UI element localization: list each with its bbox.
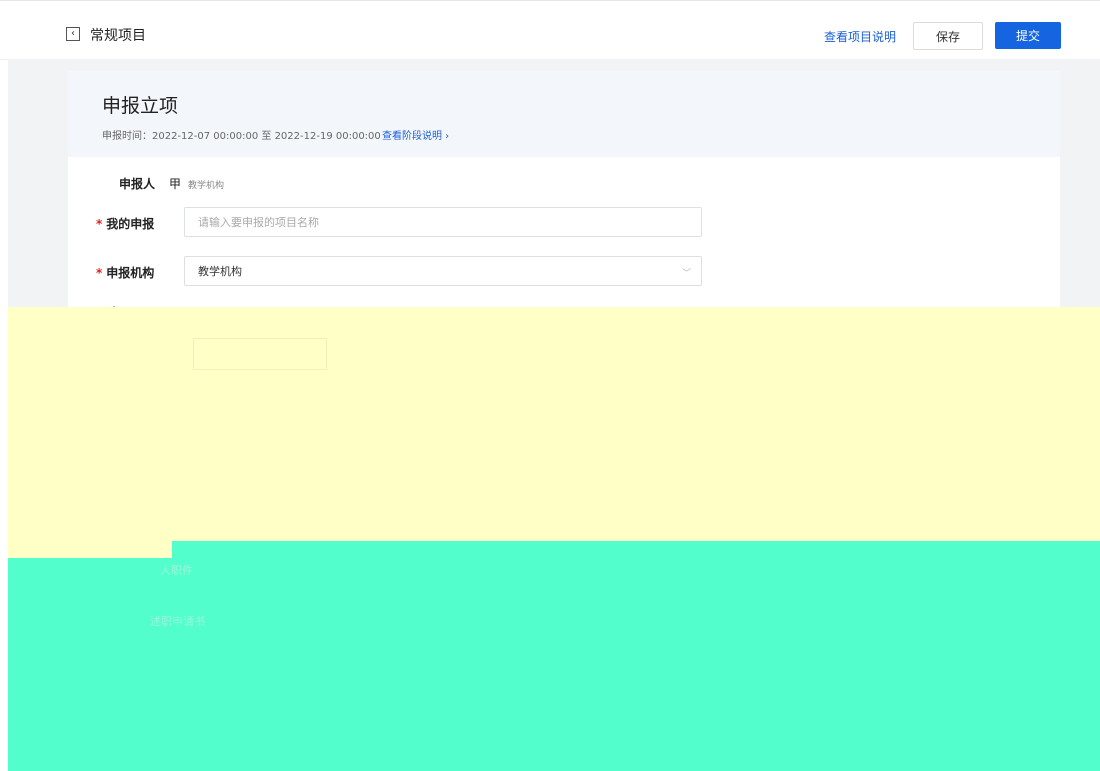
- teal-overlay: 人职件 述职申请书: [8, 541, 1100, 771]
- org-select[interactable]: 教学机构 ﹀: [184, 256, 702, 286]
- submit-button[interactable]: 提交: [995, 22, 1061, 49]
- view-stage-desc-link[interactable]: 查看阶段说明 ›: [382, 127, 449, 142]
- save-button[interactable]: 保存: [913, 22, 983, 50]
- required-mark: *: [96, 217, 103, 231]
- project-name-input[interactable]: 请输入要申报的项目名称: [184, 207, 702, 237]
- applicant-label: 申报人: [119, 177, 156, 191]
- stage-title: 申报立项: [102, 95, 179, 117]
- org-select-value: 教学机构: [198, 265, 242, 278]
- view-project-desc-link[interactable]: 查看项目说明: [824, 28, 896, 45]
- stage-time: 申报时间：2022-12-07 00:00:00 至 2022-12-19 00…: [102, 131, 381, 142]
- teal-ghost-text: 述职申请书: [150, 615, 205, 628]
- required-mark: *: [96, 266, 103, 280]
- my-application-label: * 我的申报: [96, 217, 155, 231]
- teal-ghost-text: 人职件: [160, 564, 193, 577]
- applicant-name: 甲: [169, 177, 182, 191]
- yellow-overlay-notch: [8, 541, 172, 558]
- applicant-row: 申报人 甲 教学机构: [68, 171, 1060, 195]
- org-row: * 申报机构 教学机构 ﹀: [68, 255, 1060, 289]
- stage-header: 申报立项 申报时间：2022-12-07 00:00:00 至 2022-12-…: [68, 71, 1060, 157]
- page-title: 常规项目: [90, 28, 146, 44]
- ghost-box: [193, 338, 327, 370]
- yellow-overlay: [8, 307, 1100, 541]
- back-icon[interactable]: ‹: [66, 27, 80, 41]
- my-application-row: * 我的申报 请输入要申报的项目名称: [68, 206, 1060, 238]
- applicant-org: 教学机构: [188, 181, 225, 191]
- org-label: * 申报机构: [96, 266, 155, 280]
- top-header: ‹ 常规项目 查看项目说明 保存 提交: [0, 0, 1100, 60]
- chevron-down-icon: ﹀: [681, 269, 691, 279]
